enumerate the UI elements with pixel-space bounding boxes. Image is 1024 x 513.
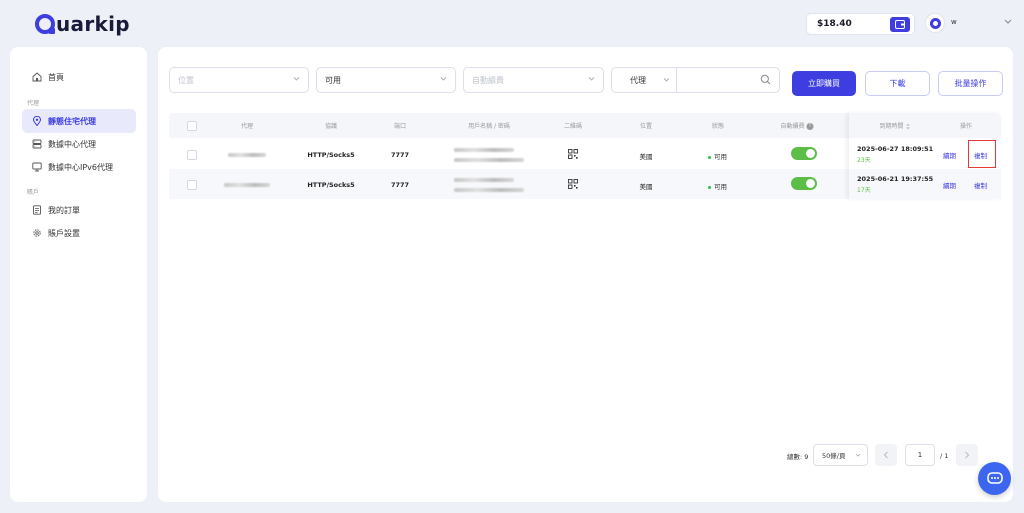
chevron-right-icon: [965, 451, 970, 459]
total-count: 總數: 9: [787, 453, 809, 461]
port: 7777: [390, 181, 410, 189]
auto-renew-select[interactable]: 自動續費: [463, 67, 604, 93]
batch-actions-button[interactable]: 批量操作: [938, 71, 1003, 96]
sidebar: 首頁 代理 靜態住宅代理 數據中心代理 數據中心IPv6代理 賬戶 我的訂單 賬…: [10, 47, 147, 502]
renew-link[interactable]: 續期: [943, 150, 956, 160]
proxy-address: [224, 181, 270, 189]
column-header-auto-renew: 自動續費!: [780, 121, 814, 130]
logo-text: uarkip: [56, 12, 130, 36]
column-header-port: 端口: [393, 123, 407, 130]
column-header-protocol: 協議: [324, 123, 338, 130]
days-remaining: 23天: [857, 157, 871, 164]
row-checkbox[interactable]: [187, 150, 197, 160]
auto-renew-toggle[interactable]: [791, 177, 817, 190]
sidebar-item-datacenter[interactable]: 數據中心代理: [22, 132, 136, 156]
qr-code-icon[interactable]: [568, 149, 578, 159]
proxy-address: [228, 151, 266, 159]
page-count: / 1: [940, 452, 949, 460]
chevron-down-icon[interactable]: [1004, 19, 1012, 25]
sidebar-section-account: 賬戶: [27, 189, 40, 196]
search-icon[interactable]: [760, 74, 771, 85]
pinned-columns: 2025-06-27 18:09:51 23天 續期 複制 2025-06-21…: [849, 113, 1001, 199]
chevron-down-icon: [588, 77, 595, 81]
protocol: HTTP/Socks5: [307, 151, 355, 159]
avatar-logo-icon: [929, 17, 941, 29]
chevron-down-icon: [293, 77, 300, 81]
column-header-status: 狀態: [711, 123, 725, 130]
credentials: [454, 146, 524, 164]
gear-icon: [33, 229, 41, 237]
location: 美國: [639, 183, 653, 191]
sidebar-section-proxy: 代理: [27, 100, 40, 107]
document-icon: [33, 205, 41, 215]
home-icon: [32, 72, 42, 82]
monitor-icon: [32, 162, 42, 172]
copy-link[interactable]: 複制: [974, 180, 987, 190]
expiry-date: 2025-06-27 18:09:51: [857, 145, 934, 153]
copy-highlight-box: [968, 140, 996, 168]
database-icon: [32, 139, 42, 149]
chevron-down-icon: [440, 77, 447, 81]
logo-mark-icon: [35, 14, 55, 34]
credentials: [454, 176, 524, 194]
qr-code-icon[interactable]: [568, 179, 578, 189]
status-badge: 可用: [708, 181, 727, 191]
search-type-select[interactable]: 代理: [612, 68, 677, 92]
status-badge: 可用: [708, 151, 727, 161]
username[interactable]: w: [951, 18, 999, 26]
column-header-location: 位置: [639, 123, 653, 130]
days-remaining: 17天: [857, 187, 871, 194]
sidebar-item-orders[interactable]: 我的訂單: [22, 198, 136, 222]
column-header-qr: 二維碼: [563, 123, 583, 130]
renew-link[interactable]: 續期: [943, 180, 956, 190]
buy-now-button[interactable]: 立即購買: [792, 71, 856, 96]
user-avatar[interactable]: [925, 13, 945, 33]
column-header-credentials: 用戶名稱 / 密碼: [468, 123, 510, 130]
sidebar-item-settings[interactable]: 賬戶設置: [22, 221, 136, 245]
row-checkbox[interactable]: [187, 180, 197, 190]
wallet-icon: [895, 20, 905, 29]
location: 美國: [639, 153, 653, 161]
next-page-button[interactable]: [956, 444, 978, 466]
prev-page-button[interactable]: [875, 444, 897, 466]
port: 7777: [390, 151, 410, 159]
wallet-button[interactable]: [890, 17, 910, 32]
current-page-input[interactable]: 1: [905, 444, 935, 466]
select-all-checkbox[interactable]: [187, 121, 197, 131]
chat-bubble-icon: [986, 471, 1003, 484]
search-input[interactable]: [678, 68, 758, 92]
status-select[interactable]: 可用: [316, 67, 456, 93]
info-icon[interactable]: !: [806, 123, 814, 130]
balance-amount: $18.40: [817, 19, 852, 29]
chevron-down-icon: [663, 78, 670, 82]
page-size-select[interactable]: 50條/頁: [813, 444, 868, 466]
chevron-down-icon: [855, 453, 861, 457]
sidebar-item-static-residential[interactable]: 靜態住宅代理: [22, 109, 136, 133]
auto-renew-toggle[interactable]: [791, 147, 817, 160]
account-balance: $18.40: [806, 13, 915, 35]
main-panel: 位置 可用 自動續費 代理 立即購買 下載 批量操作 代理 協議 端口 用戶名稱…: [158, 47, 1013, 502]
chat-support-button[interactable]: [978, 462, 1011, 495]
sidebar-item-datacenter-ipv6[interactable]: 數據中心IPv6代理: [22, 155, 136, 179]
brand-logo[interactable]: uarkip: [35, 11, 130, 37]
proxy-search: 代理: [611, 67, 780, 93]
download-button[interactable]: 下載: [865, 71, 930, 96]
protocol: HTTP/Socks5: [307, 181, 355, 189]
location-pin-icon: [32, 116, 42, 126]
expiry-date: 2025-06-21 19:37:55: [857, 175, 934, 183]
location-select[interactable]: 位置: [169, 67, 309, 93]
column-header-proxy: 代理: [240, 123, 254, 130]
chevron-left-icon: [883, 451, 888, 459]
sidebar-item-home[interactable]: 首頁: [22, 65, 136, 89]
